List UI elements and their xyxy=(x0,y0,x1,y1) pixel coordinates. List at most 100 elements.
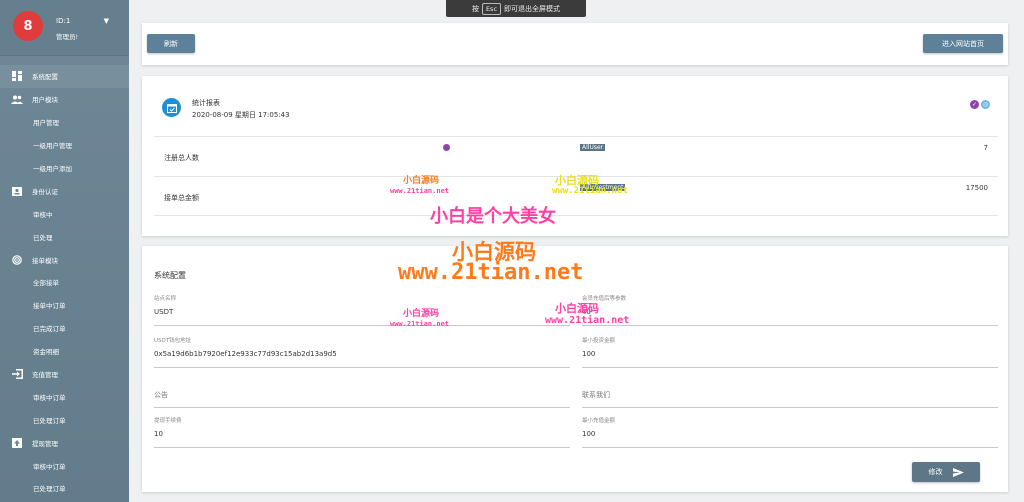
notice-field[interactable]: 公告 xyxy=(154,376,570,408)
contact-field[interactable]: 联系我们 xyxy=(582,376,998,408)
send-icon xyxy=(952,467,964,477)
sidebar-item-withdraw[interactable]: 提现管理 xyxy=(0,431,129,454)
sidebar-item-label: 用户模块 xyxy=(32,96,58,105)
field-label: 提现手续费 xyxy=(154,418,182,424)
sidebar-header: 8 ID:1 管理员! ▼ xyxy=(0,0,129,56)
dashboard-icon xyxy=(11,70,23,82)
sidebar-item-level1-manage[interactable]: 一级用户管理 xyxy=(0,134,129,157)
config-card: 系统配置 站点名称 USDT 会员充值后等参数 40 USDT钱包地址 0x5a… xyxy=(142,246,1008,492)
min-recharge-field[interactable]: 最小充值金额 100 xyxy=(582,416,998,448)
refresh-button[interactable]: 刷新 xyxy=(147,34,195,53)
sidebar-item-label: 充值管理 xyxy=(32,371,58,380)
field-value: USDT xyxy=(154,308,174,316)
stats-datetime: 2020-08-09 星期日 17:05:43 xyxy=(192,111,290,119)
table-row: 注册总人数 AllUser 7 xyxy=(154,136,998,176)
spiral-icon xyxy=(11,254,23,266)
sidebar-item-label: 审核中 xyxy=(33,210,53,219)
sidebar-item-label: 接单模块 xyxy=(32,256,58,265)
sidebar-item-withdraw-reviewing[interactable]: 审核中订单 xyxy=(0,454,129,477)
field-value: 100 xyxy=(582,350,596,358)
field-label: 站点名称 xyxy=(154,296,177,302)
field-label: 最小充值金额 xyxy=(582,418,616,424)
table-row: 接单总金额 AllInvestment 17500 xyxy=(154,176,998,216)
sidebar-item-label: 一级用户管理 xyxy=(33,142,72,151)
field-value: 40 xyxy=(582,308,591,316)
save-button-label: 修改 xyxy=(928,468,943,476)
sidebar-item-orders-in-progress[interactable]: 接单中订单 xyxy=(0,294,129,317)
toast-key: Esc xyxy=(481,2,502,15)
site-name-field[interactable]: 站点名称 USDT xyxy=(154,294,570,326)
sidebar-item-label: 已完成订单 xyxy=(33,325,66,334)
check-badge-icon xyxy=(443,144,450,151)
field-label: USDT钱包地址 xyxy=(154,338,192,344)
check-badge-icon: ✓ xyxy=(970,100,979,109)
sidebar: 8 ID:1 管理员! ▼ 系统配置 用户模块 用户管理 一级用户管理 一级用户… xyxy=(0,0,129,502)
sidebar-item-label: 一级用户添加 xyxy=(33,165,72,173)
sidebar-item-reviewing[interactable]: 审核中 xyxy=(0,202,129,225)
sidebar-item-fund-details[interactable]: 资金明细 xyxy=(0,340,129,363)
stat-label: 接单总金额 xyxy=(164,194,199,202)
min-invest-field[interactable]: 最小投资金额 100 xyxy=(582,336,998,368)
stat-value: 17500 xyxy=(965,184,988,192)
sidebar-item-label: 已处理订单 xyxy=(33,485,66,494)
upload-box-icon xyxy=(11,437,23,449)
sidebar-menu: 系统配置 用户模块 用户管理 一级用户管理 一级用户添加 身份认证 审核中 已处… xyxy=(0,56,129,500)
sidebar-item-label: 提现管理 xyxy=(32,439,58,448)
sidebar-item-user-module[interactable]: 用户模块 xyxy=(0,88,129,111)
withdraw-fee-field[interactable]: 提现手续费 10 xyxy=(154,416,570,448)
sidebar-item-all-orders[interactable]: 全部接单 xyxy=(0,271,129,294)
save-button[interactable]: 修改 xyxy=(912,462,980,482)
sidebar-item-system-config[interactable]: 系统配置 xyxy=(0,65,129,88)
sidebar-item-label: 资金明细 xyxy=(33,348,59,357)
id-card-icon xyxy=(11,185,23,197)
stats-title: 统计报表 xyxy=(192,99,220,107)
sidebar-item-label: 身份认证 xyxy=(32,187,58,196)
sidebar-item-label: 全部接单 xyxy=(33,279,59,288)
logo: 8 xyxy=(13,11,43,41)
sidebar-item-label: 系统配置 xyxy=(32,73,58,82)
sidebar-item-label: 已处理订单 xyxy=(33,416,66,425)
usdt-wallet-field[interactable]: USDT钱包地址 0x5a19d6b1b7920ef12e933c77d93c1… xyxy=(154,336,570,368)
globe-icon: ◎ xyxy=(981,100,990,109)
field-value: 0x5a19d6b1b7920ef12e933c77d93c15ab2d13a9… xyxy=(154,350,337,358)
user-role: 管理员! xyxy=(56,33,79,41)
user-id: ID:1 xyxy=(56,17,71,25)
sidebar-item-recharge-reviewing[interactable]: 审核中订单 xyxy=(0,385,129,408)
member-recharge-param-field[interactable]: 会员充值后等参数 40 xyxy=(582,294,998,326)
stats-table: 注册总人数 AllUser 7 接单总金额 AllInvestment 1750… xyxy=(154,136,998,216)
sidebar-item-user-manage[interactable]: 用户管理 xyxy=(0,111,129,134)
field-label: 最小投资金额 xyxy=(582,338,616,344)
config-title: 系统配置 xyxy=(154,271,186,280)
people-icon xyxy=(11,93,23,105)
sidebar-item-withdraw-processed[interactable]: 已处理订单 xyxy=(0,477,129,500)
stat-tag: AllUser xyxy=(580,144,606,151)
sidebar-item-order-module[interactable]: 接单模块 xyxy=(0,248,129,271)
sidebar-item-label: 接单中订单 xyxy=(33,302,66,311)
sidebar-item-completed-orders[interactable]: 已完成订单 xyxy=(0,317,129,340)
calendar-icon xyxy=(162,98,181,117)
field-label: 会员充值后等参数 xyxy=(582,296,627,302)
stats-badges: ✓ ◎ xyxy=(970,100,990,109)
stats-card: 统计报表 2020-08-09 星期日 17:05:43 ✓ ◎ 注册总人数 A… xyxy=(142,76,1008,236)
toolbar-card: 刷新 进入网站首页 xyxy=(142,23,1008,65)
field-value: 10 xyxy=(154,430,163,438)
stat-label: 注册总人数 xyxy=(164,154,199,162)
sidebar-item-recharge[interactable]: 充值管理 xyxy=(0,363,129,386)
stat-tag: AllInvestment xyxy=(580,184,626,191)
sidebar-item-label: 审核中订单 xyxy=(33,393,66,402)
toast-text-post: 即可退出全屏模式 xyxy=(504,4,561,13)
field-label: 联系我们 xyxy=(582,391,610,399)
sidebar-item-processed[interactable]: 已处理 xyxy=(0,225,129,248)
sidebar-item-label: 已处理 xyxy=(33,233,53,242)
enter-site-button[interactable]: 进入网站首页 xyxy=(923,34,1003,53)
field-label: 公告 xyxy=(154,391,168,399)
sidebar-item-level1-add[interactable]: 一级用户添加 xyxy=(0,157,129,180)
toast-text-pre: 按 xyxy=(471,4,479,13)
stat-value: 7 xyxy=(983,144,988,152)
field-value: 100 xyxy=(582,430,596,438)
sidebar-item-recharge-processed[interactable]: 已处理订单 xyxy=(0,408,129,431)
sidebar-item-label: 审核中订单 xyxy=(33,462,66,471)
caret-down-icon[interactable]: ▼ xyxy=(104,17,109,25)
sidebar-item-label: 用户管理 xyxy=(33,119,59,128)
sidebar-item-identity[interactable]: 身份认证 xyxy=(0,179,129,202)
